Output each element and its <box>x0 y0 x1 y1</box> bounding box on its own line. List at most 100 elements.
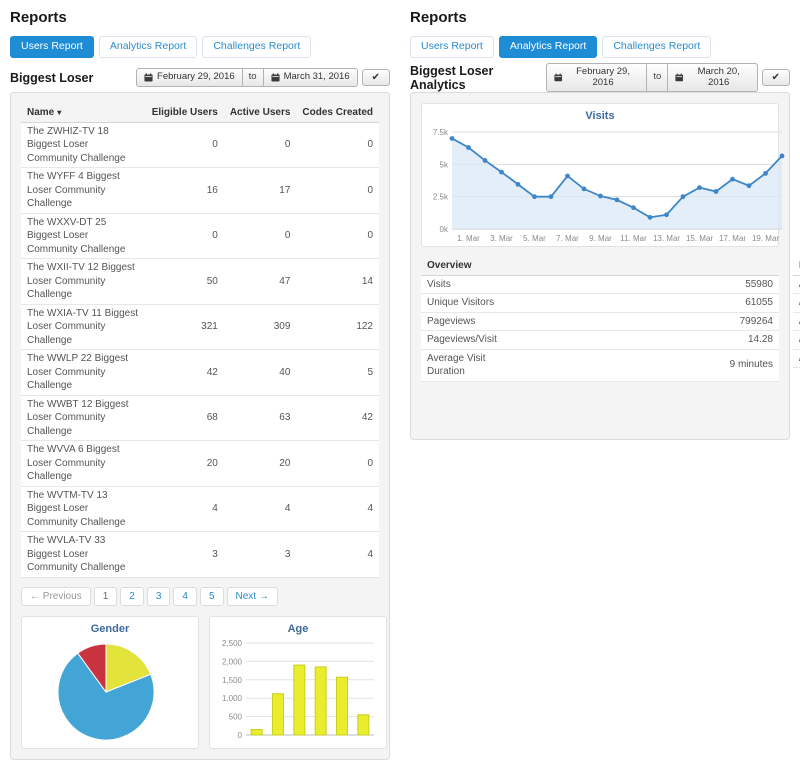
svg-text:17. Mar: 17. Mar <box>719 234 746 243</box>
active-users-value: 3 <box>224 532 297 578</box>
svg-text:2.5k: 2.5k <box>433 192 449 201</box>
codes-created-value: 14 <box>296 259 379 305</box>
challenge-name: The WWBT 12 Biggest Loser Community Chal… <box>21 395 146 441</box>
tab-challenges-report[interactable]: Challenges Report <box>602 36 711 58</box>
svg-text:1,000: 1,000 <box>222 694 243 703</box>
overview-row: Visits55980 <box>421 275 779 294</box>
age-chart-card: Age 05001,0001,5002,0002,500 <box>209 616 387 749</box>
left-date-range: February 29, 2016 to March 31, 2016 ✔ <box>136 68 390 86</box>
codes-created-value: 4 <box>296 532 379 578</box>
tab-users-report[interactable]: Users Report <box>410 36 494 58</box>
analytics-tables: Overview Visits55980Unique Visitors61055… <box>421 256 779 382</box>
demographics-cards: Gender Age 05001,0001,5002,0002,500 <box>21 616 379 749</box>
codes-created-value: 42 <box>296 395 379 441</box>
date-range-group: February 29, 2016 to March 31, 2016 <box>136 68 358 86</box>
active-users-value: 63 <box>224 395 297 441</box>
column-header-name[interactable]: Name▾ <box>21 103 146 123</box>
pagination-page-4[interactable]: 4 <box>173 587 197 606</box>
svg-text:5k: 5k <box>440 160 449 169</box>
overview-metric-value: 55980 <box>503 275 779 294</box>
eligible-users-value: 4 <box>146 486 224 532</box>
eligible-users-value: 68 <box>146 395 224 441</box>
pagination-page-5[interactable]: 5 <box>200 587 224 606</box>
svg-text:2,500: 2,500 <box>222 639 243 648</box>
pages-table-body: /motivation/challenge/46416337220.44/nut… <box>793 275 800 368</box>
end-date-button[interactable]: March 31, 2016 <box>263 68 358 86</box>
eligible-users-value: 50 <box>146 259 224 305</box>
left-section-header: Biggest Loser February 29, 2016 to March… <box>10 68 390 88</box>
right-tab-bar: Users ReportAnalytics ReportChallenges R… <box>410 36 790 58</box>
page-path: /motivation/challenge/464 <box>793 275 800 294</box>
pages-header-row: Page Pageviews▾ % <box>793 256 800 276</box>
end-date-label: March 31, 2016 <box>284 72 350 82</box>
column-header-active-users[interactable]: Active Users <box>224 103 297 123</box>
check-icon: ✔ <box>772 72 780 83</box>
pagination-next[interactable]: Next → <box>227 587 278 606</box>
codes-created-value: 0 <box>296 441 379 487</box>
challenge-row: The WVTM-TV 13 Biggest Loser Community C… <box>21 486 379 532</box>
eligible-users-value: 321 <box>146 304 224 350</box>
overview-header-row: Overview <box>421 256 779 276</box>
page-path: /nutritious/journal <box>793 294 800 313</box>
tab-analytics-report[interactable]: Analytics Report <box>499 36 597 58</box>
codes-created-value: 4 <box>296 486 379 532</box>
svg-text:13. Mar: 13. Mar <box>653 234 680 243</box>
page-row: /fitness/journal737519.23 <box>793 312 800 331</box>
challenges-table-header-row: Name▾ Eligible Users Active Users Codes … <box>21 103 379 123</box>
challenges-table-body: The ZWHIZ-TV 18 Biggest Loser Community … <box>21 122 379 577</box>
page-title: Reports <box>10 9 390 26</box>
column-header-eligible-users[interactable]: Eligible Users <box>146 103 224 123</box>
page-title: Reports <box>410 9 790 26</box>
overview-metric-value: 799264 <box>503 312 779 331</box>
page-path: /guidance/program <box>793 349 800 368</box>
gender-pie-chart <box>26 637 194 745</box>
apply-date-range-button[interactable]: ✔ <box>362 69 390 86</box>
tab-users-report[interactable]: Users Report <box>10 36 94 58</box>
challenge-name: The WXIA-TV 11 Biggest Loser Community C… <box>21 304 146 350</box>
svg-text:0k: 0k <box>440 225 449 234</box>
svg-text:1. Mar: 1. Mar <box>457 234 480 243</box>
overview-metric-value: 14.28 <box>503 331 779 350</box>
screen: Reports Users ReportAnalytics ReportChal… <box>0 0 800 760</box>
sort-caret-icon: ▾ <box>57 108 61 117</box>
codes-created-value: 0 <box>296 168 379 214</box>
left-tab-bar: Users ReportAnalytics ReportChallenges R… <box>10 36 390 58</box>
date-range-group: February 29, 2016 to March 20, 2016 <box>546 63 757 92</box>
apply-date-range-button[interactable]: ✔ <box>762 69 790 86</box>
active-users-value: 0 <box>224 213 297 259</box>
pagination-previous[interactable]: ← Previous <box>21 587 91 606</box>
active-users-value: 20 <box>224 441 297 487</box>
overview-row: Average Visit Duration9 minutes <box>421 349 779 381</box>
svg-text:7.5k: 7.5k <box>433 128 449 137</box>
pagination-page-2[interactable]: 2 <box>120 587 144 606</box>
overview-row: Pageviews/Visit14.28 <box>421 331 779 350</box>
challenge-row: The WXII-TV 12 Biggest Loser Community C… <box>21 259 379 305</box>
eligible-users-value: 20 <box>146 441 224 487</box>
column-header-page[interactable]: Page <box>793 256 800 276</box>
tab-challenges-report[interactable]: Challenges Report <box>202 36 311 58</box>
end-date-button[interactable]: March 20, 2016 <box>667 63 757 92</box>
overview-table: Overview Visits55980Unique Visitors61055… <box>421 256 779 382</box>
overview-row: Unique Visitors61055 <box>421 294 779 313</box>
pagination-page-1[interactable]: 1 <box>94 587 118 606</box>
start-date-button[interactable]: February 29, 2016 <box>136 68 243 86</box>
svg-text:15. Mar: 15. Mar <box>686 234 713 243</box>
page-path: /fitness/journal <box>793 312 800 331</box>
section-title: Biggest Loser <box>10 71 93 85</box>
tab-analytics-report[interactable]: Analytics Report <box>99 36 197 58</box>
page-row: /guidance/program352684.41 <box>793 349 800 368</box>
gender-chart-card: Gender <box>21 616 199 749</box>
challenge-name: The WVLA-TV 33 Biggest Loser Community C… <box>21 532 146 578</box>
eligible-users-value: 3 <box>146 532 224 578</box>
column-header-codes-created[interactable]: Codes Created <box>296 103 379 123</box>
pagination-page-3[interactable]: 3 <box>147 587 171 606</box>
start-date-label: February 29, 2016 <box>157 72 235 82</box>
page-row: /motivation/challenge/46416337220.44 <box>793 275 800 294</box>
challenge-row: The WWBT 12 Biggest Loser Community Chal… <box>21 395 379 441</box>
age-chart-title: Age <box>214 623 382 635</box>
start-date-button[interactable]: February 29, 2016 <box>546 63 647 92</box>
overview-metric-label: Visits <box>421 275 503 294</box>
svg-text:1,500: 1,500 <box>222 675 243 684</box>
visits-line-chart: 0k2.5k5k7.5k1. Mar3. Mar5. Mar7. Mar9. M… <box>426 124 788 244</box>
visits-chart-title: Visits <box>426 110 774 122</box>
